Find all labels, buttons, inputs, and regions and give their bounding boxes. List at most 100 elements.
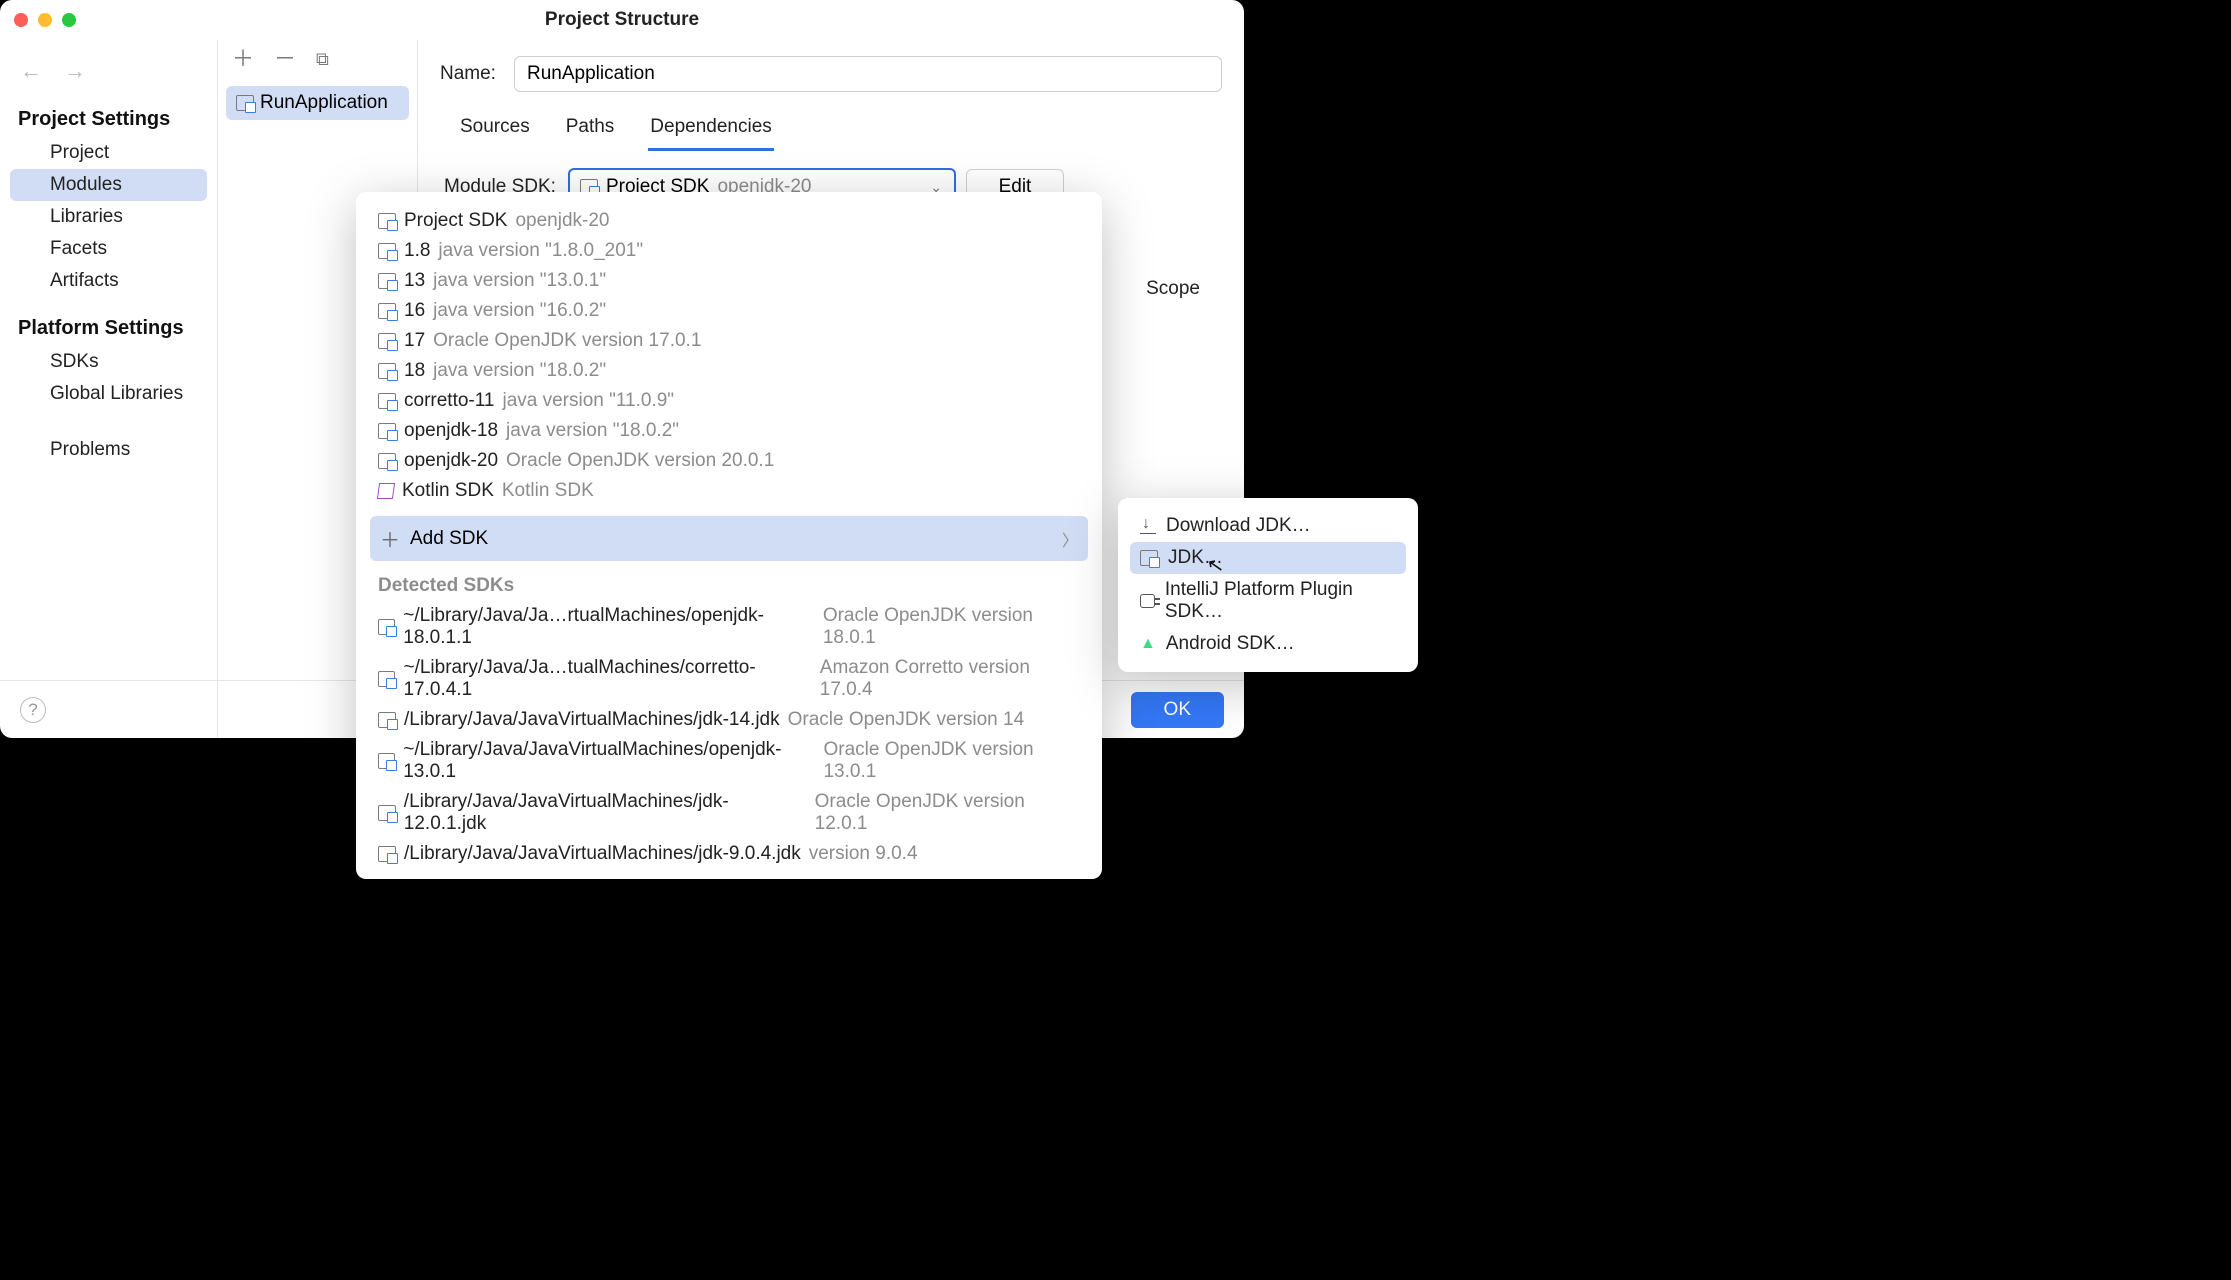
sidebar-item-libraries[interactable]: Libraries — [10, 201, 207, 233]
module-list-item[interactable]: RunApplication — [226, 86, 409, 120]
zoom-window-button[interactable] — [62, 13, 76, 27]
chevron-right-icon: 〉 — [1062, 527, 1078, 551]
plus-icon: ＋ — [380, 524, 400, 553]
submenu-item-label: Android SDK… — [1166, 633, 1295, 655]
detected-sdks-header: Detected SDKs — [356, 567, 1102, 601]
module-tabs: Sources Paths Dependencies — [458, 110, 1222, 152]
minimize-window-button[interactable] — [38, 13, 52, 27]
submenu-item[interactable]: IntelliJ Platform Plugin SDK… — [1130, 574, 1406, 628]
settings-sidebar: ← → Project Settings Project Modules Lib… — [0, 40, 218, 738]
sdk-option-name: 16 — [404, 300, 425, 322]
jdk-icon — [378, 753, 395, 769]
submenu-item[interactable]: Download JDK… — [1130, 510, 1406, 542]
module-icon — [236, 95, 254, 111]
nav-back-button[interactable]: ← — [20, 58, 42, 84]
sdk-option[interactable]: 1.8 java version "1.8.0_201" — [356, 236, 1102, 266]
detected-sdk-option[interactable]: /Library/Java/JavaVirtualMachines/jdk-9.… — [356, 839, 1102, 869]
sdk-option[interactable]: 16 java version "16.0.2" — [356, 296, 1102, 326]
detected-sdk-detail: Amazon Corretto version 17.0.4 — [820, 657, 1080, 701]
close-window-button[interactable] — [14, 13, 28, 27]
detected-sdk-detail: Oracle OpenJDK version 12.0.1 — [815, 791, 1080, 835]
sdk-dropdown-popup: Project SDK openjdk-201.8 java version "… — [356, 192, 1102, 879]
sdk-option[interactable]: Kotlin SDK Kotlin SDK — [356, 476, 1102, 506]
sidebar-item-global-libraries[interactable]: Global Libraries — [10, 378, 207, 410]
detected-sdk-detail: Oracle OpenJDK version 14 — [788, 709, 1025, 731]
add-sdk-item[interactable]: ＋ Add SDK 〉 — [370, 516, 1088, 561]
detected-sdk-option[interactable]: ~/Library/Java/JavaVirtualMachines/openj… — [356, 735, 1102, 787]
add-sdk-label: Add SDK — [410, 528, 488, 550]
sdk-option[interactable]: 18 java version "18.0.2" — [356, 356, 1102, 386]
sidebar-item-problems[interactable]: Problems — [10, 434, 207, 466]
sdk-option-name: 1.8 — [404, 240, 430, 262]
jdk-icon — [378, 303, 396, 319]
sidebar-item-artifacts[interactable]: Artifacts — [10, 265, 207, 297]
project-settings-header: Project Settings — [10, 100, 207, 137]
sidebar-item-facets[interactable]: Facets — [10, 233, 207, 265]
detected-sdk-path: ~/Library/Java/Ja…rtualMachines/openjdk-… — [403, 605, 815, 649]
sdk-option-detail: java version "13.0.1" — [433, 270, 606, 292]
submenu-item-label: IntelliJ Platform Plugin SDK… — [1165, 579, 1396, 623]
jdk-icon — [378, 423, 396, 439]
detected-sdk-path: ~/Library/Java/Ja…tualMachines/corretto-… — [403, 657, 811, 701]
detected-sdk-option[interactable]: ~/Library/Java/Ja…rtualMachines/openjdk-… — [356, 601, 1102, 653]
window-title: Project Structure — [545, 9, 699, 31]
add-module-button[interactable]: ＋ — [232, 48, 254, 70]
sdk-option[interactable]: 17 Oracle OpenJDK version 17.0.1 — [356, 326, 1102, 356]
jdk-icon — [378, 333, 396, 349]
sdk-option-detail: Kotlin SDK — [502, 480, 594, 502]
jdk-icon — [1140, 550, 1158, 566]
remove-module-button[interactable]: － — [274, 48, 296, 70]
submenu-item-label: JDK… — [1168, 547, 1223, 569]
help-button[interactable]: ? — [20, 697, 46, 723]
copy-module-button[interactable]: ⧉ — [316, 50, 329, 68]
detected-sdk-detail: Oracle OpenJDK version 13.0.1 — [823, 739, 1080, 783]
sdk-option-detail: Oracle OpenJDK version 20.0.1 — [506, 450, 774, 472]
kotlin-icon — [377, 483, 395, 499]
jdk-icon — [378, 453, 396, 469]
add-sdk-submenu: Download JDK… JDK… IntelliJ Platform Plugi… — [1118, 498, 1418, 672]
jdk-icon — [378, 846, 396, 862]
platform-settings-header: Platform Settings — [10, 309, 207, 346]
nav-forward-button[interactable]: → — [64, 58, 86, 84]
scope-column-header: Scope — [1146, 278, 1200, 300]
sdk-option-name: 18 — [404, 360, 425, 382]
sdk-option[interactable]: corretto-11 java version "11.0.9" — [356, 386, 1102, 416]
android-icon: ▲ — [1140, 635, 1156, 653]
ok-button[interactable]: OK — [1131, 692, 1224, 728]
sdk-option-name: corretto-11 — [404, 390, 494, 412]
detected-sdk-detail: Oracle OpenJDK version 18.0.1 — [823, 605, 1080, 649]
sdk-option-name: Project SDK — [404, 210, 507, 232]
submenu-item[interactable]: JDK… — [1130, 542, 1406, 574]
module-name: RunApplication — [260, 92, 388, 114]
detected-sdk-path: /Library/Java/JavaVirtualMachines/jdk-9.… — [404, 843, 801, 865]
jdk-icon — [378, 273, 396, 289]
detected-sdk-option[interactable]: ~/Library/Java/Ja…tualMachines/corretto-… — [356, 653, 1102, 705]
sidebar-item-sdks[interactable]: SDKs — [10, 346, 207, 378]
jdk-icon — [378, 805, 396, 821]
sidebar-item-project[interactable]: Project — [10, 137, 207, 169]
nav-arrows: ← → — [10, 58, 207, 100]
sdk-option-name: openjdk-18 — [404, 420, 498, 442]
sdk-option[interactable]: 13 java version "13.0.1" — [356, 266, 1102, 296]
jdk-icon — [378, 243, 396, 259]
detected-sdk-path: /Library/Java/JavaVirtualMachines/jdk-14… — [404, 709, 780, 731]
submenu-item[interactable]: ▲ Android SDK… — [1130, 628, 1406, 660]
tab-paths[interactable]: Paths — [564, 110, 617, 151]
submenu-item-label: Download JDK… — [1166, 515, 1311, 537]
sdk-option[interactable]: Project SDK openjdk-20 — [356, 206, 1102, 236]
sdk-option[interactable]: openjdk-20 Oracle OpenJDK version 20.0.1 — [356, 446, 1102, 476]
jdk-icon — [378, 712, 396, 728]
name-label: Name: — [440, 63, 496, 85]
modules-toolbar: ＋ － ⧉ — [218, 48, 417, 80]
sdk-option-detail: java version "18.0.2" — [506, 420, 679, 442]
sidebar-item-modules[interactable]: Modules — [10, 169, 207, 201]
tab-dependencies[interactable]: Dependencies — [648, 110, 773, 151]
plugin-icon — [1140, 594, 1155, 608]
tab-sources[interactable]: Sources — [458, 110, 532, 151]
jdk-icon — [378, 671, 395, 687]
detected-sdk-option[interactable]: /Library/Java/JavaVirtualMachines/jdk-12… — [356, 787, 1102, 839]
sdk-option-name: Kotlin SDK — [402, 480, 494, 502]
sdk-option[interactable]: openjdk-18 java version "18.0.2" — [356, 416, 1102, 446]
module-name-input[interactable] — [514, 56, 1222, 92]
detected-sdk-option[interactable]: /Library/Java/JavaVirtualMachines/jdk-14… — [356, 705, 1102, 735]
